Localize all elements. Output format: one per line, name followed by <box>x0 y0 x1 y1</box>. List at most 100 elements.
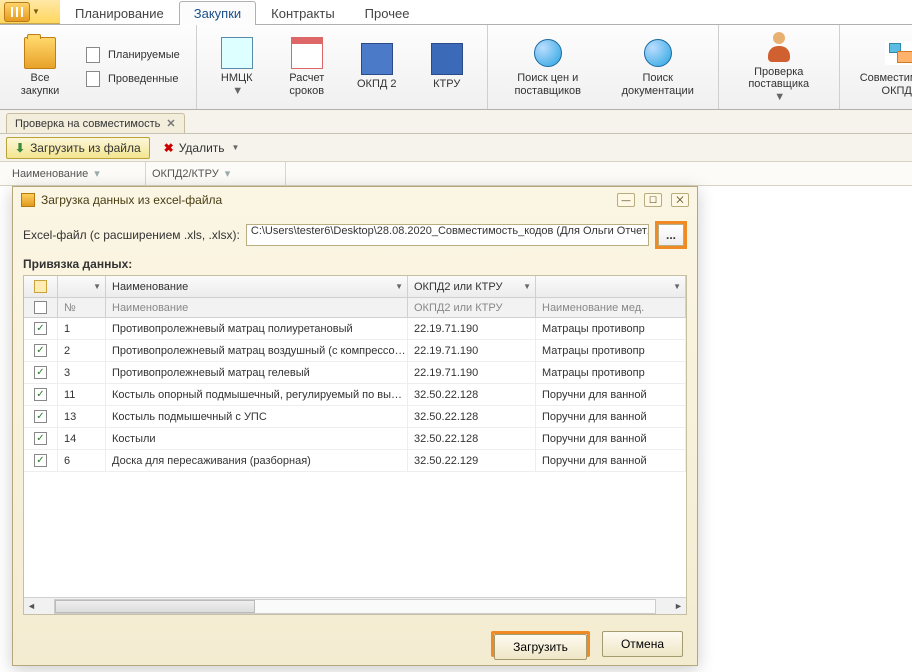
load-highlight: Загрузить <box>491 631 590 657</box>
filter-okpd[interactable]: ОКПД2/КТРУ▾ <box>146 162 286 185</box>
row-checkbox[interactable]: ✓ <box>34 454 47 467</box>
cell-no: 14 <box>58 428 106 449</box>
scroll-right-icon[interactable]: ► <box>671 601 686 611</box>
doc-search-button[interactable]: Поиск документации <box>608 35 708 99</box>
app-icon[interactable] <box>4 2 30 22</box>
table-row[interactable]: ✓ 1Противопролежневый матрац полиуретанов… <box>24 318 686 340</box>
col-no[interactable]: ▼ <box>58 276 106 297</box>
row-checkbox[interactable]: ✓ <box>34 322 47 335</box>
cell-okpd: 22.19.71.190 <box>408 362 536 383</box>
table-row[interactable]: ✓2Противопролежневый матрац воздушный (с… <box>24 340 686 362</box>
table-row[interactable]: ✓13Костыль подмышечный с УПС32.50.22.128… <box>24 406 686 428</box>
book-icon <box>361 43 393 75</box>
grid-body: ✓ 1Противопролежневый матрац полиуретанов… <box>24 318 686 597</box>
cell-no: 2 <box>58 340 106 361</box>
cell-med: Поручни для ванной <box>536 450 686 471</box>
funnel-icon: ▾ <box>225 167 231 180</box>
chevron-down-icon: ▼ <box>774 91 785 104</box>
header-checkbox[interactable] <box>34 280 47 293</box>
browse-button[interactable]: ... <box>658 224 684 246</box>
globe-icon <box>534 39 562 67</box>
chevron-down-icon: ▼ <box>673 282 681 291</box>
filter-name[interactable]: Наименование▾ <box>6 162 146 185</box>
globe-doc-icon <box>644 39 672 67</box>
deadline-calc-button[interactable]: Расчет сроков <box>277 35 337 99</box>
cell-name: Костыли <box>106 428 408 449</box>
sub-okpd: ОКПД2 или КТРУ <box>408 298 536 317</box>
chevron-down-icon: ▼ <box>523 282 531 291</box>
row-checkbox[interactable]: ✓ <box>34 410 47 423</box>
cell-okpd: 32.50.22.128 <box>408 428 536 449</box>
grid-subheader: № Наименование ОКПД2 или КТРУ Наименован… <box>24 298 686 318</box>
load-button[interactable]: Загрузить <box>494 634 587 660</box>
toolbar: ⬇ Загрузить из файла ✖ Удалить ▼ <box>0 134 912 162</box>
delete-button-label: Удалить <box>179 141 225 155</box>
supplier-check-button[interactable]: Проверка поставщика▼ <box>729 29 829 106</box>
okpd2-button[interactable]: ОКПД 2 <box>347 41 407 93</box>
person-icon <box>766 32 792 62</box>
scroll-left-icon[interactable]: ◄ <box>24 601 39 611</box>
load-from-file-button[interactable]: ⬇ Загрузить из файла <box>6 137 150 159</box>
cell-no: 6 <box>58 450 106 471</box>
row-checkbox[interactable]: ✓ <box>34 432 47 445</box>
binding-section-label: Привязка данных: <box>23 257 687 271</box>
cell-no: 13 <box>58 406 106 427</box>
close-button[interactable]: ⨉ <box>671 193 689 207</box>
okpd2-compat-button[interactable]: Совместимость ОКПД2 <box>850 35 912 99</box>
cell-med: Поручни для ванной <box>536 406 686 427</box>
price-search-button[interactable]: Поиск цен и поставщиков <box>498 35 598 99</box>
tab-other[interactable]: Прочее <box>350 1 425 25</box>
chevron-down-icon: ▼ <box>395 282 403 291</box>
cancel-button[interactable]: Отмена <box>602 631 683 657</box>
tab-planning[interactable]: Планирование <box>60 1 179 25</box>
row-checkbox[interactable]: ✓ <box>34 344 47 357</box>
cell-med: Матрацы противопр <box>536 362 686 383</box>
col-okpd[interactable]: ОКПД2 или КТРУ▼ <box>408 276 536 297</box>
col-med[interactable]: ▼ <box>536 276 686 297</box>
all-purchases-button[interactable]: Все закупки <box>10 35 70 99</box>
scroll-thumb[interactable] <box>55 600 255 613</box>
cell-okpd: 22.19.71.190 <box>408 340 536 361</box>
calculator-icon <box>221 37 253 69</box>
cell-no: 1 <box>58 318 106 339</box>
doc-tab-label: Проверка на совместимость <box>15 118 160 130</box>
table-row[interactable]: ✓6Доска для пересаживания (разборная)32.… <box>24 450 686 472</box>
cell-okpd: 32.50.22.129 <box>408 450 536 471</box>
grid-header: ▼ Наименование▼ ОКПД2 или КТРУ▼ ▼ <box>24 276 686 298</box>
dialog-footer: Загрузить Отмена <box>13 623 697 665</box>
excel-path-input[interactable]: C:\Users\tester6\Desktop\28.08.2020_Совм… <box>246 224 649 246</box>
chevron-down-icon: ▼ <box>232 143 240 152</box>
calendar-icon <box>291 37 323 69</box>
horizontal-scrollbar[interactable]: ◄ ► <box>24 597 686 614</box>
planned-button[interactable]: Планируемые <box>80 44 186 66</box>
tab-contracts[interactable]: Контракты <box>256 1 350 25</box>
shapes-icon <box>885 41 912 65</box>
cell-med: Поручни для ванной <box>536 384 686 405</box>
subheader-checkbox[interactable] <box>34 301 47 314</box>
tab-purchases[interactable]: Закупки <box>179 1 256 25</box>
cell-no: 3 <box>58 362 106 383</box>
table-row[interactable]: ✓3Противопролежневый матрац гелевый22.19… <box>24 362 686 384</box>
table-row[interactable]: ✓11Костыль опорный подмышечный, регулиру… <box>24 384 686 406</box>
page-icon <box>86 47 100 63</box>
ktru-button[interactable]: КТРУ <box>417 41 477 93</box>
cell-okpd: 32.50.22.128 <box>408 384 536 405</box>
col-checkbox[interactable] <box>24 276 58 297</box>
book-search-icon <box>431 43 463 75</box>
nmck-button[interactable]: НМЦК▼ <box>207 35 267 99</box>
table-row[interactable]: ✓14Костыли32.50.22.128Поручни для ванной <box>24 428 686 450</box>
delete-button[interactable]: ✖ Удалить ▼ <box>158 138 246 158</box>
cell-name: Противопролежневый матрац полиуретановый <box>106 318 408 339</box>
sub-med: Наименование мед. <box>536 298 686 317</box>
close-icon[interactable]: ✕ <box>166 117 175 130</box>
row-checkbox[interactable]: ✓ <box>34 388 47 401</box>
chevron-down-icon: ▼ <box>232 85 243 98</box>
row-checkbox[interactable]: ✓ <box>34 366 47 379</box>
doc-tab-compat[interactable]: Проверка на совместимость ✕ <box>6 113 185 133</box>
col-name[interactable]: Наименование▼ <box>106 276 408 297</box>
maximize-button[interactable]: ☐ <box>644 193 662 207</box>
minimize-button[interactable]: — <box>617 193 635 207</box>
qat-dropdown-icon[interactable]: ▼ <box>32 7 44 16</box>
done-button[interactable]: Проведенные <box>80 68 186 90</box>
cell-okpd: 32.50.22.128 <box>408 406 536 427</box>
